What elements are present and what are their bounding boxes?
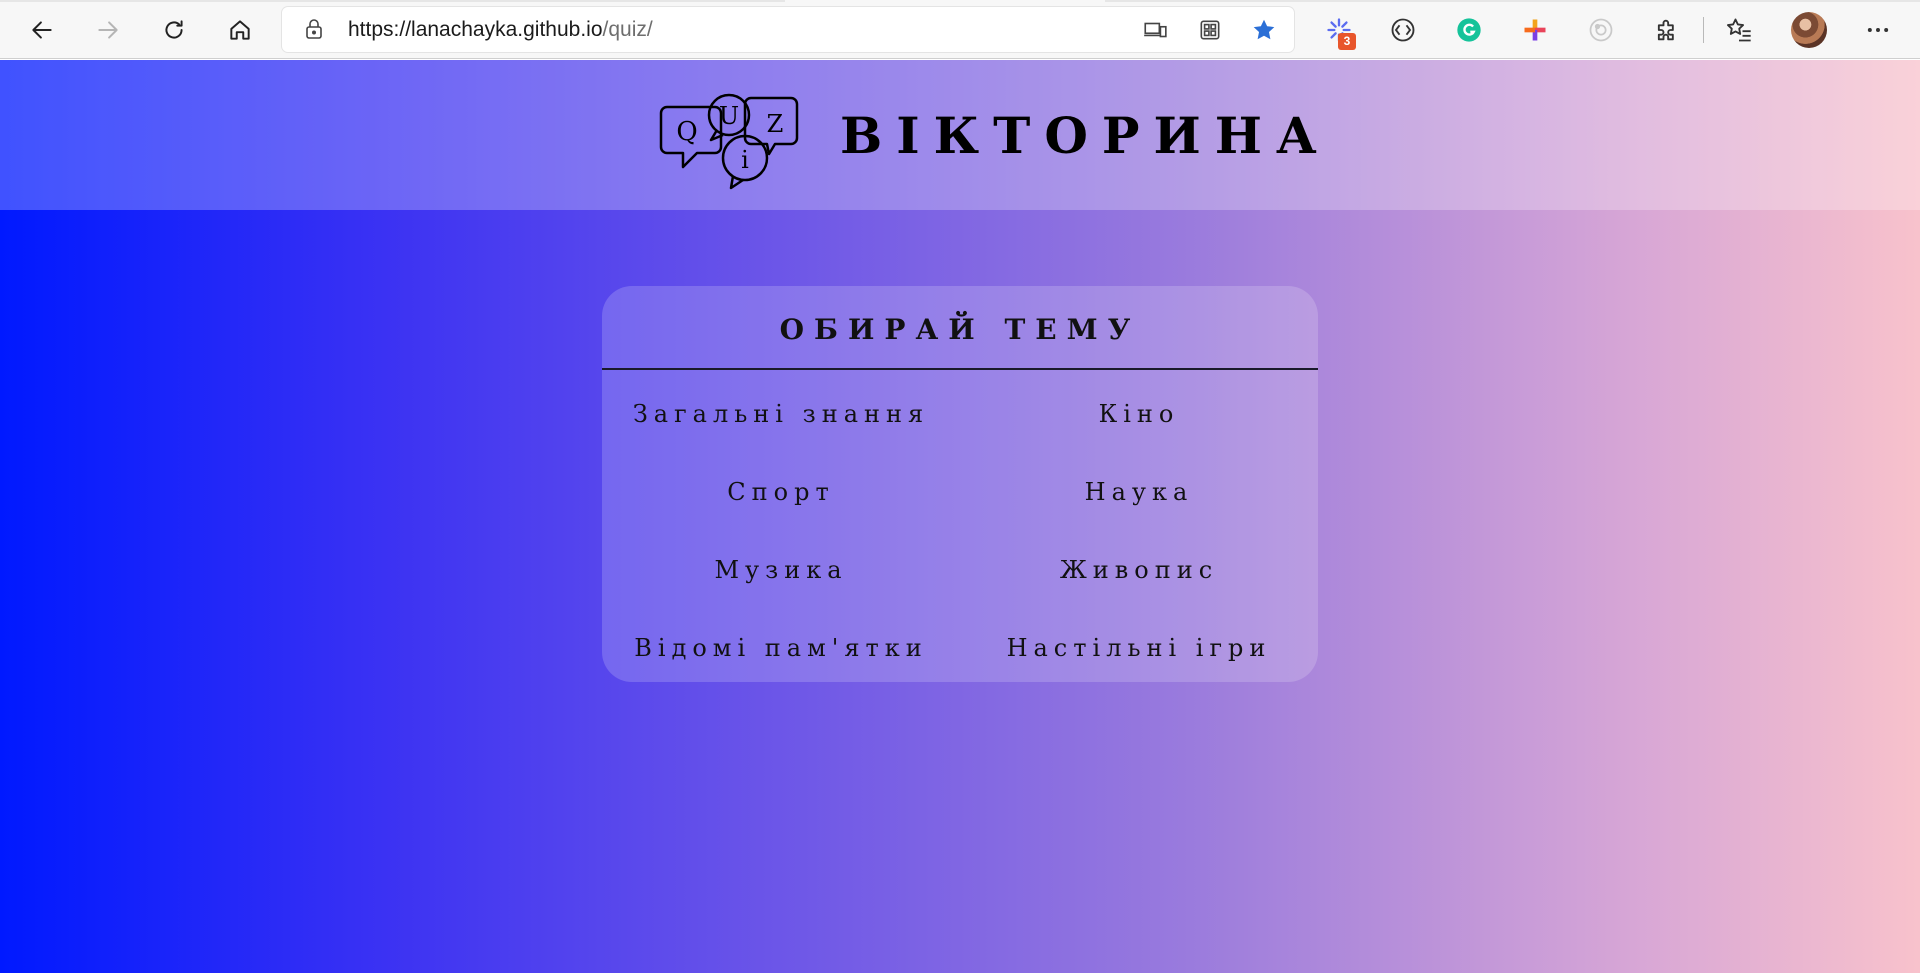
- topic-list: Загальні знання Кіно Спорт Наука Музика …: [602, 384, 1318, 684]
- favorites-list-icon: [1726, 18, 1751, 42]
- extensions-puzzle-icon: [1657, 19, 1674, 41]
- extensions-button[interactable]: [1650, 13, 1684, 47]
- url-host: https://lanachayka.github.io: [348, 18, 603, 41]
- forward-arrow-icon: [98, 21, 118, 39]
- topic-cinema[interactable]: Кіно: [960, 384, 1318, 444]
- lock-icon[interactable]: [302, 17, 326, 41]
- logo-letter-q: Q: [676, 117, 697, 147]
- logo-letter-u: U: [719, 102, 739, 130]
- url-path: /quiz/: [602, 18, 653, 41]
- topic-music[interactable]: Музика: [602, 540, 960, 600]
- topic-general-knowledge[interactable]: Загальні знання: [602, 384, 960, 444]
- home-icon: [230, 20, 250, 40]
- extension-plus-icon: [1524, 19, 1546, 41]
- grammarly-button[interactable]: [1452, 13, 1486, 47]
- address-bar[interactable]: https://lanachayka.github.io/quiz/: [282, 7, 1294, 52]
- profile-avatar[interactable]: [1791, 12, 1827, 48]
- logo-letter-i: i: [741, 146, 749, 174]
- extension-circle-icon: [1589, 18, 1613, 42]
- extension-badge: 3: [1338, 33, 1356, 50]
- back-arrow-icon: [32, 21, 52, 39]
- toolbar-separator: [1703, 17, 1704, 43]
- card-divider: [602, 368, 1318, 370]
- refresh-button[interactable]: [153, 9, 195, 51]
- tab-strip: [0, 0, 1920, 2]
- forward-button[interactable]: [87, 9, 129, 51]
- extension-circle-button[interactable]: [1584, 13, 1618, 47]
- grammarly-icon: [1457, 18, 1481, 42]
- devices-icon: [1144, 22, 1167, 38]
- site-header: Q U Z i ВІКТОРИНА: [0, 60, 1920, 210]
- card-title: ОБИРАЙ ТЕМУ: [779, 313, 1141, 346]
- refresh-icon: [165, 20, 183, 39]
- topic-sport[interactable]: Спорт: [602, 462, 960, 522]
- url-text[interactable]: https://lanachayka.github.io/quiz/: [348, 7, 653, 52]
- topic-board-games[interactable]: Настільні ігри: [960, 618, 1318, 678]
- topic-card: ОБИРАЙ ТЕМУ Загальні знання Кіно Спорт Н…: [602, 286, 1318, 682]
- topic-painting[interactable]: Живопис: [960, 540, 1318, 600]
- extension-brackets-icon: [1391, 18, 1415, 42]
- topic-science[interactable]: Наука: [960, 462, 1318, 522]
- browser-toolbar: https://lanachayka.github.io/quiz/ 3: [0, 0, 1920, 59]
- apps-grid-icon: [1200, 20, 1220, 40]
- back-button[interactable]: [21, 9, 63, 51]
- apps-button[interactable]: [1195, 15, 1225, 45]
- logo-letter-z: Z: [767, 110, 784, 138]
- more-menu-button[interactable]: [1861, 13, 1895, 47]
- favorite-star-icon: [1253, 19, 1275, 40]
- home-button[interactable]: [219, 9, 261, 51]
- app-available-button[interactable]: [1140, 15, 1170, 45]
- topic-famous-landmarks[interactable]: Відомі пам'ятки: [602, 618, 960, 678]
- page-background: Q U Z i ВІКТОРИНА ОБИРАЙ ТЕМУ Загальні з…: [0, 60, 1920, 973]
- active-tab-indicator: [785, 0, 1105, 2]
- site-title: ВІКТОРИНА: [840, 106, 1331, 165]
- favorite-button[interactable]: [1249, 15, 1279, 45]
- extension-plus-button[interactable]: [1518, 13, 1552, 47]
- favorites-button[interactable]: [1722, 13, 1756, 47]
- extension-brackets-button[interactable]: [1386, 13, 1420, 47]
- quiz-logo-icon: Q U Z i: [659, 93, 799, 190]
- more-menu-icon: [1867, 28, 1889, 32]
